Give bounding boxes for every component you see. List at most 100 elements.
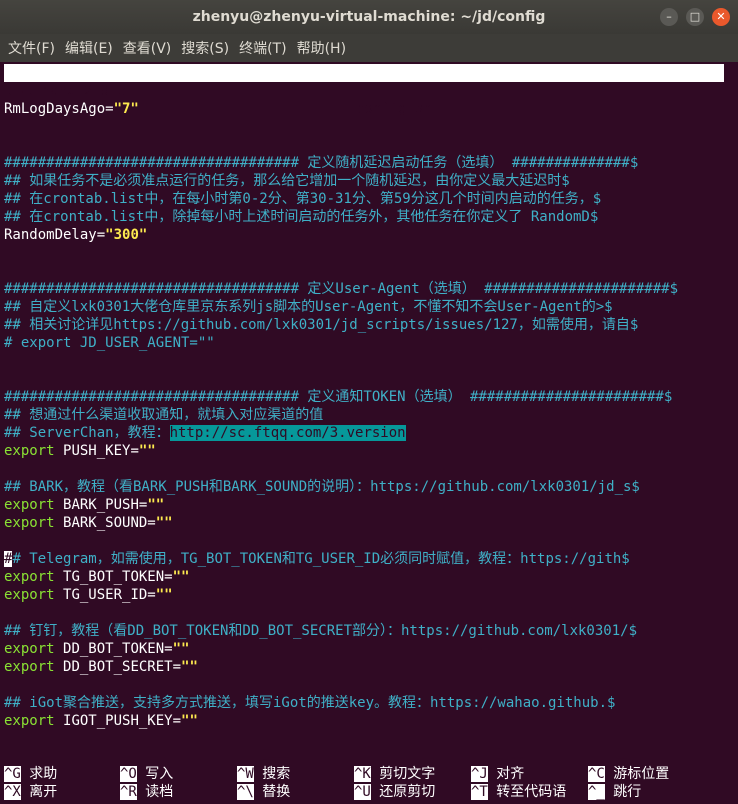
shortcut-key: ^R [120,784,137,800]
comment-line[interactable]: ################################### 定义通知… [4,388,672,406]
shortcut-replace[interactable]: ^\ 替换 [237,783,290,801]
menu-file[interactable]: 文件(F) [8,38,55,58]
shortcut-key: ^O [120,766,137,782]
shortcut-spell[interactable]: ^T 转至代码语 [471,783,566,801]
shortcut-key: ^J [471,766,488,782]
code-line[interactable]: export PUSH_KEY="" [4,442,156,460]
shortcut-cut[interactable]: ^K 剪切文字 [354,765,435,783]
shortcut-key: ^T [471,784,488,800]
code-line[interactable]: export DD_BOT_SECRET="" [4,658,198,676]
export-keyword: export [4,713,55,729]
close-button[interactable]: ✕ [712,8,730,26]
shortcut-key: ^W [237,766,254,782]
shortcut-search[interactable]: ^W 搜索 [237,765,290,783]
code-line[interactable]: export IGOT_PUSH_KEY="" [4,712,198,730]
export-keyword: export [4,587,55,603]
url-link[interactable]: http://sc.ftqq.com/3.version [169,425,406,441]
var-name: TG_USER_ID= [63,587,156,603]
comment-line[interactable]: ## 钉钉，教程（看DD_BOT_TOKEN和DD_BOT_SECRET部分）：… [4,622,637,640]
export-keyword: export [4,515,55,531]
var-name: DD_BOT_TOKEN= [63,641,173,657]
comment-text: # Telegram，如需使用，TG_BOT_TOKEN和TG_USER_ID必… [12,551,630,567]
nano-version: GNU nano 2.9.3 [8,83,127,99]
shortcut-label: 写入 [145,766,174,782]
shortcut-justify[interactable]: ^J 对齐 [471,765,524,783]
comment-line[interactable]: ## 如果任务不是必须准点运行的任务，那么给它增加一个随机延迟，由你定义最大延迟… [4,172,570,190]
nano-header: GNU nano 2.9.3 config.sh [4,64,724,117]
terminal-window: zhenyu@zhenyu-virtual-machine: ~/jd/conf… [0,0,738,804]
shortcut-uncut[interactable]: ^U 还原剪切 [354,783,435,801]
shortcut-cursor-pos[interactable]: ^C 游标位置 [588,765,669,783]
menu-view[interactable]: 查看(V) [123,38,172,58]
shortcut-label: 对齐 [496,766,525,782]
comment-line[interactable]: ## 自定义lxk0301大佬仓库里京东系列js脚本的User-Agent，不懂… [4,298,613,316]
export-keyword: export [4,569,55,585]
code-line[interactable]: RmLogDaysAgo="7" [4,100,139,118]
comment-line[interactable]: ################################### 定义Us… [4,280,678,298]
shortcut-key: ^U [354,784,371,800]
shortcut-label: 剪切文字 [379,766,436,782]
shortcut-key: ^X [4,784,21,800]
var-name: DD_BOT_SECRET= [63,659,182,675]
comment-line[interactable]: ## 在crontab.list中，除掉每小时上述时间启动的任务外，其他任务在你… [4,208,598,226]
shortcut-help[interactable]: ^G 求助 [4,765,57,783]
shortcut-exit[interactable]: ^X 离开 [4,783,57,801]
comment-line[interactable]: ################################### 定义随机… [4,154,638,172]
title-bar[interactable]: zhenyu@zhenyu-virtual-machine: ~/jd/conf… [0,0,738,34]
code-line[interactable]: export TG_USER_ID="" [4,586,173,604]
code-line[interactable]: RandomDelay="300" [4,226,147,244]
string-value: "" [155,515,173,531]
shortcut-label: 还原剪切 [379,784,436,800]
shortcut-key: ^C [588,766,605,782]
comment-line[interactable]: ## 在crontab.list中，在每小时第0-2分、第30-31分、第59分… [4,190,601,208]
string-value: "" [181,713,198,729]
comment-line[interactable]: ## 想通过什么渠道收取通知，就填入对应渠道的值 [4,406,323,424]
menu-edit[interactable]: 编辑(E) [65,38,113,58]
shortcut-label: 离开 [29,784,58,800]
shortcut-key: ^K [354,766,371,782]
shortcut-label: 跳行 [613,784,642,800]
shortcut-key: ^_ [588,784,605,800]
shortcut-goto-line[interactable]: ^_ 跳行 [588,783,641,801]
code-line[interactable]: export BARK_SOUND="" [4,514,173,532]
code-line[interactable]: export TG_BOT_TOKEN="" [4,568,189,586]
string-value: "7" [113,101,139,117]
comment-line[interactable]: # export JD_USER_AGENT="" [4,334,215,352]
var-name: RmLogDaysAgo= [4,101,114,117]
code-line[interactable]: export BARK_PUSH="" [4,496,164,514]
export-keyword: export [4,641,55,657]
maximize-button[interactable]: □ [686,8,704,26]
string-value: "" [172,641,190,657]
shortcut-write[interactable]: ^O 写入 [120,765,173,783]
var-name: RandomDelay= [4,227,106,243]
export-keyword: export [4,443,55,459]
scrollbar[interactable] [728,62,738,804]
comment-line[interactable]: ## Telegram，如需使用，TG_BOT_TOKEN和TG_USER_ID… [4,550,630,568]
string-value: "" [181,659,198,675]
menu-bar: 文件(F) 编辑(E) 查看(V) 搜索(S) 终端(T) 帮助(H) [0,34,738,62]
shortcut-key: ^\ [237,784,254,800]
var-name: IGOT_PUSH_KEY= [63,713,182,729]
comment-line[interactable]: ## iGot聚合推送，支持多方式推送，填写iGot的推送key。教程：http… [4,694,615,712]
menu-help[interactable]: 帮助(H) [297,38,346,58]
shortcut-label: 转至代码语 [496,784,567,800]
var-name: BARK_SOUND= [63,515,156,531]
comment-text: ## ServerChan，教程： [4,425,170,441]
comment-line[interactable]: ## ServerChan，教程：http://sc.ftqq.com/3.ve… [4,424,406,442]
string-value: "" [172,569,190,585]
shortcut-label: 读档 [145,784,174,800]
string-value: "" [147,497,165,513]
code-line[interactable]: export DD_BOT_TOKEN="" [4,640,189,658]
var-name: TG_BOT_TOKEN= [63,569,173,585]
export-keyword: export [4,497,55,513]
string-value: "" [155,587,173,603]
string-value: "300" [105,227,148,243]
shortcut-read[interactable]: ^R 读档 [120,783,173,801]
string-value: "" [138,443,156,459]
shortcut-label: 搜索 [262,766,291,782]
menu-search[interactable]: 搜索(S) [181,38,229,58]
menu-terminal[interactable]: 终端(T) [239,38,286,58]
comment-line[interactable]: ## 相关讨论详见https://github.com/lxk0301/jd_s… [4,316,638,334]
minimize-button[interactable]: – [660,8,678,26]
comment-line[interactable]: ## BARK，教程（看BARK_PUSH和BARK_SOUND的说明）：htt… [4,478,640,496]
